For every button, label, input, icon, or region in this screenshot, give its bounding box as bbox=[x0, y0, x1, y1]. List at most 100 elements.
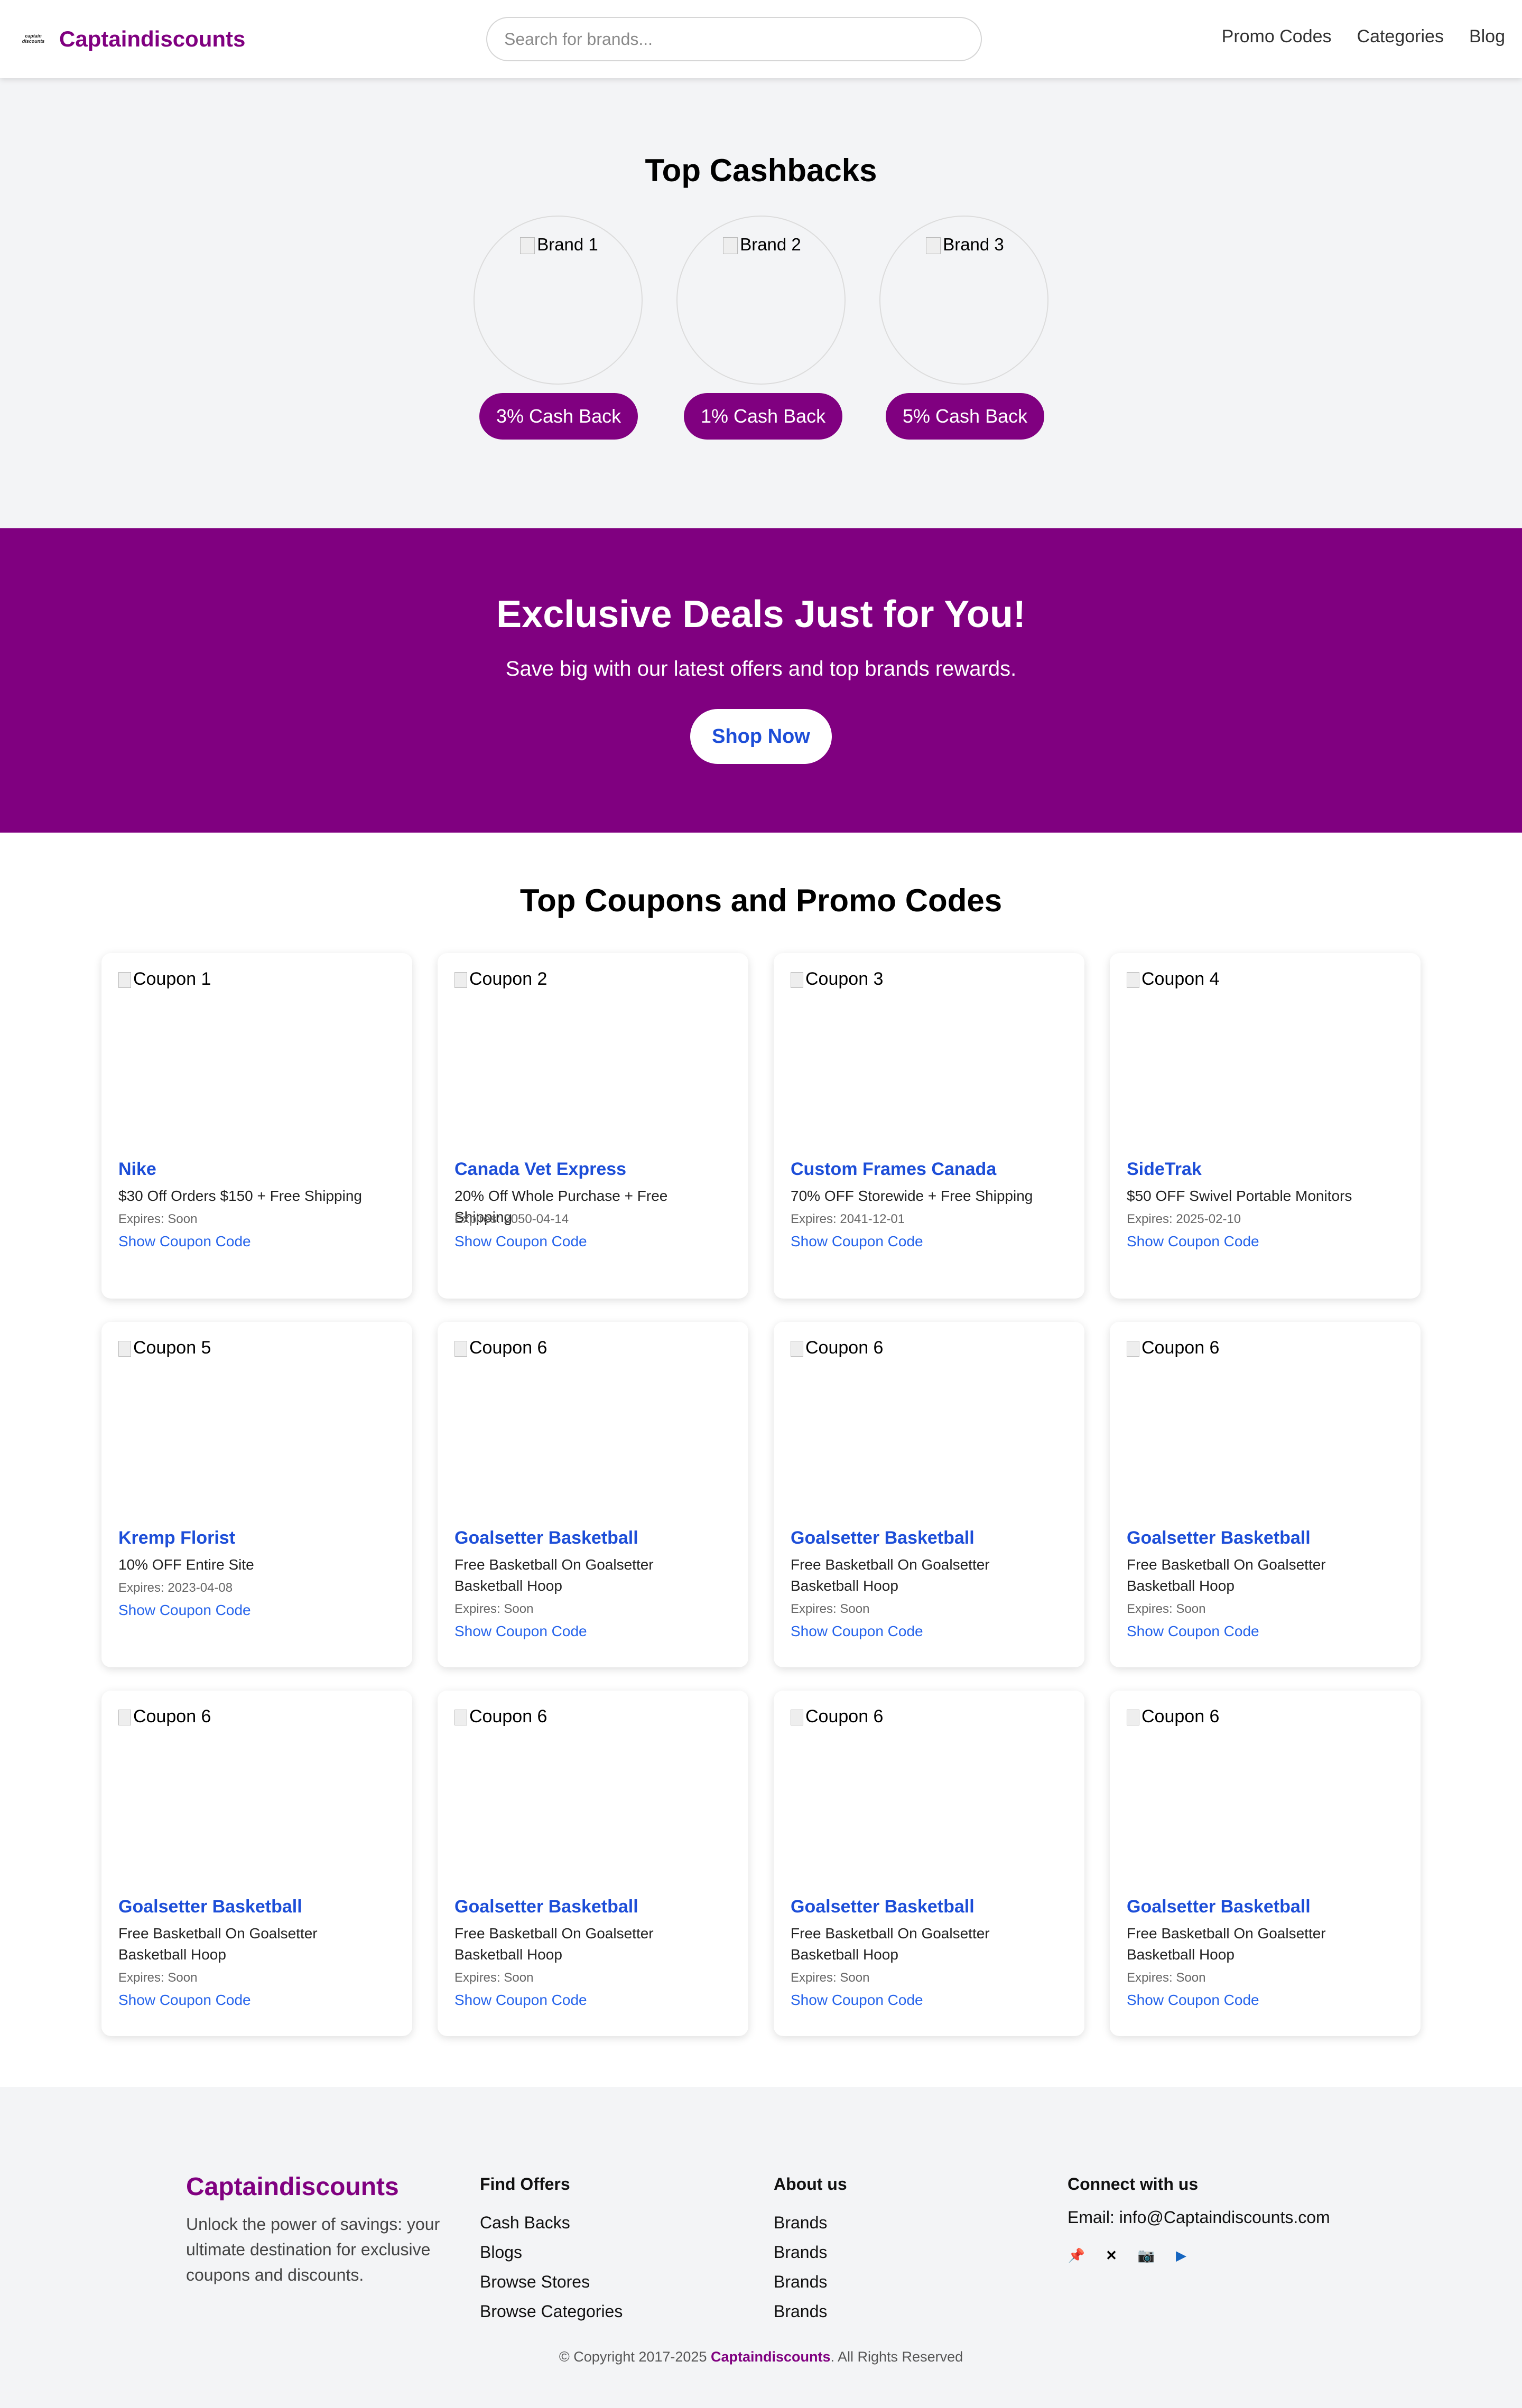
play-icon[interactable]: ▶ bbox=[1172, 2246, 1190, 2264]
coupon-card[interactable]: Coupon 1 Nike $30 Off Orders $150 + Free S… bbox=[101, 953, 412, 1299]
footer-link-brands[interactable]: Brands bbox=[774, 2297, 847, 2326]
cashback-brand-3[interactable]: Brand 3 bbox=[879, 216, 1048, 385]
brand-alt-text: Brand 1 bbox=[537, 235, 598, 254]
broken-image-icon bbox=[791, 1710, 803, 1726]
coupon-brand[interactable]: Kremp Florist bbox=[118, 1528, 235, 1548]
nav-categories[interactable]: Categories bbox=[1357, 26, 1444, 47]
coupon-card[interactable]: Coupon 6 Goalsetter Basketball Free Basket… bbox=[438, 1691, 748, 2036]
exclusive-deals-banner: Exclusive Deals Just for You! Save big w… bbox=[0, 528, 1522, 833]
deals-title: Exclusive Deals Just for You! bbox=[496, 593, 1026, 636]
coupon-card[interactable]: Coupon 6 Goalsetter Basketball Free Basket… bbox=[774, 1322, 1084, 1667]
coupons-title: Top Coupons and Promo Codes bbox=[519, 883, 1003, 918]
show-coupon-code-link[interactable]: Show Coupon Code bbox=[118, 1233, 251, 1250]
footer-link-browse-categories[interactable]: Browse Categories bbox=[480, 2297, 623, 2326]
brand-logo[interactable]: Brand 2 bbox=[676, 216, 846, 385]
coupon-description: $50 OFF Swivel Portable Monitors bbox=[1127, 1188, 1352, 1204]
nav-blog[interactable]: Blog bbox=[1469, 26, 1505, 47]
footer-link-blogs[interactable]: Blogs bbox=[480, 2237, 623, 2267]
footer-link-cash-backs[interactable]: Cash Backs bbox=[480, 2208, 623, 2237]
copyright-prefix: © Copyright 2017-2025 bbox=[559, 2349, 711, 2365]
coupon-brand[interactable]: Goalsetter Basketball bbox=[1127, 1897, 1311, 1917]
coupon-image: Coupon 3 bbox=[791, 969, 883, 990]
broken-image-icon bbox=[118, 972, 131, 988]
show-coupon-code-link[interactable]: Show Coupon Code bbox=[1127, 1623, 1259, 1640]
coupon-brand[interactable]: Goalsetter Basketball bbox=[118, 1897, 302, 1917]
show-coupon-code-link[interactable]: Show Coupon Code bbox=[454, 1992, 587, 2009]
coupon-brand[interactable]: Goalsetter Basketball bbox=[791, 1897, 975, 1917]
coupon-expires: Expires: 2041-12-01 bbox=[791, 1212, 905, 1226]
broken-image-icon bbox=[1127, 972, 1139, 988]
copyright-suffix: . All Rights Reserved bbox=[830, 2349, 963, 2365]
coupon-image: Coupon 1 bbox=[118, 969, 211, 990]
footer-link-brands[interactable]: Brands bbox=[774, 2237, 847, 2267]
camera-icon[interactable]: 📷 bbox=[1137, 2246, 1155, 2264]
coupon-card[interactable]: Coupon 6 Goalsetter Basketball Free Basket… bbox=[438, 1322, 748, 1667]
shop-now-button[interactable]: Shop Now bbox=[690, 709, 832, 764]
show-coupon-code-link[interactable]: Show Coupon Code bbox=[1127, 1992, 1259, 2009]
coupon-expires: Expires: Soon bbox=[791, 1971, 870, 1985]
brand-logo[interactable]: Brand 3 bbox=[879, 216, 1048, 385]
coupon-image: Coupon 6 bbox=[1127, 1706, 1219, 1727]
broken-image-icon bbox=[454, 1710, 467, 1726]
show-coupon-code-link[interactable]: Show Coupon Code bbox=[454, 1623, 587, 1640]
coupon-card[interactable]: Coupon 6 Goalsetter Basketball Free Basket… bbox=[101, 1691, 412, 2036]
coupon-brand[interactable]: Goalsetter Basketball bbox=[454, 1897, 638, 1917]
coupon-card[interactable]: Coupon 6 Goalsetter Basketball Free Basket… bbox=[1110, 1691, 1421, 2036]
coupon-brand[interactable]: SideTrak bbox=[1127, 1159, 1202, 1180]
coupon-image: Coupon 6 bbox=[1127, 1338, 1219, 1358]
cashback-brand-1[interactable]: Brand 1 bbox=[474, 216, 643, 385]
coupon-card[interactable]: Coupon 5 Kremp Florist 10% OFF Entire Site… bbox=[101, 1322, 412, 1667]
brand-alt-text: Brand 3 bbox=[943, 235, 1004, 254]
cashback-button[interactable]: 3% Cash Back bbox=[479, 393, 638, 440]
coupon-card[interactable]: Coupon 6 Goalsetter Basketball Free Basket… bbox=[774, 1691, 1084, 2036]
coupon-image: Coupon 6 bbox=[118, 1706, 211, 1727]
coupon-image-alt: Coupon 6 bbox=[1142, 1338, 1220, 1358]
nav-promo-codes[interactable]: Promo Codes bbox=[1222, 26, 1332, 47]
coupon-image-alt: Coupon 5 bbox=[133, 1338, 211, 1358]
footer-link-browse-stores[interactable]: Browse Stores bbox=[480, 2267, 623, 2297]
coupon-brand[interactable]: Goalsetter Basketball bbox=[454, 1528, 638, 1548]
pin-icon[interactable]: 📌 bbox=[1068, 2246, 1085, 2264]
footer-link-brands[interactable]: Brands bbox=[774, 2208, 847, 2237]
x-icon[interactable]: ✕ bbox=[1102, 2246, 1120, 2264]
coupon-description: Free Basketball On Goalsetter Basketball… bbox=[791, 1556, 990, 1594]
cashback-brand-2[interactable]: Brand 2 bbox=[676, 216, 846, 385]
coupon-image: Coupon 6 bbox=[791, 1706, 883, 1727]
coupon-image-alt: Coupon 6 bbox=[805, 1338, 884, 1358]
coupon-brand[interactable]: Custom Frames Canada bbox=[791, 1159, 996, 1180]
coupon-brand[interactable]: Goalsetter Basketball bbox=[791, 1528, 975, 1548]
search-input[interactable] bbox=[486, 17, 982, 61]
show-coupon-code-link[interactable]: Show Coupon Code bbox=[791, 1233, 923, 1250]
coupon-card[interactable]: Coupon 4 SideTrak $50 OFF Swivel Portable … bbox=[1110, 953, 1421, 1299]
coupon-card[interactable]: Coupon 6 Goalsetter Basketball Free Basket… bbox=[1110, 1322, 1421, 1667]
coupon-brand[interactable]: Canada Vet Express bbox=[454, 1159, 626, 1180]
show-coupon-code-link[interactable]: Show Coupon Code bbox=[791, 1992, 923, 2009]
show-coupon-code-link[interactable]: Show Coupon Code bbox=[1127, 1233, 1259, 1250]
coupon-brand[interactable]: Nike bbox=[118, 1159, 156, 1180]
brand-logo[interactable]: Brand 1 bbox=[474, 216, 643, 385]
show-coupon-code-link[interactable]: Show Coupon Code bbox=[791, 1623, 923, 1640]
broken-image-icon bbox=[454, 972, 467, 988]
footer-brand[interactable]: Captaindiscounts bbox=[186, 2172, 399, 2201]
coupon-description: 10% OFF Entire Site bbox=[118, 1556, 254, 1573]
show-coupon-code-link[interactable]: Show Coupon Code bbox=[118, 1602, 251, 1619]
show-coupon-code-link[interactable]: Show Coupon Code bbox=[454, 1233, 587, 1250]
coupon-card[interactable]: Coupon 3 Custom Frames Canada 70% OFF Stor… bbox=[774, 953, 1084, 1299]
show-coupon-code-link[interactable]: Show Coupon Code bbox=[118, 1992, 251, 2009]
coupon-brand[interactable]: Goalsetter Basketball bbox=[1127, 1528, 1311, 1548]
coupon-card[interactable]: Coupon 2 Canada Vet Express 20% Off Whole … bbox=[438, 953, 748, 1299]
logo[interactable]: captain discounts Captaindiscounts bbox=[17, 23, 246, 55]
coupon-image-alt: Coupon 6 bbox=[805, 1706, 884, 1726]
copyright-brand[interactable]: Captaindiscounts bbox=[711, 2349, 831, 2365]
cashback-button[interactable]: 5% Cash Back bbox=[886, 393, 1045, 440]
coupon-description: Free Basketball On Goalsetter Basketball… bbox=[454, 1556, 654, 1594]
footer-link-brands[interactable]: Brands bbox=[774, 2267, 847, 2297]
coupon-description: Free Basketball On Goalsetter Basketball… bbox=[118, 1925, 318, 1963]
coupon-image-alt: Coupon 6 bbox=[133, 1706, 211, 1726]
cashback-button[interactable]: 1% Cash Back bbox=[684, 393, 843, 440]
top-cashbacks-section: Top Cashbacks Brand 1 3% Cash Back Brand… bbox=[0, 78, 1522, 528]
coupon-expires: Expires: Soon bbox=[454, 1971, 534, 1985]
social-links: 📌 ✕ 📷 ▶ bbox=[1068, 2246, 1330, 2264]
copyright: © Copyright 2017-2025 Captaindiscounts. … bbox=[0, 2349, 1522, 2365]
footer-email[interactable]: Email: info@Captaindiscounts.com bbox=[1068, 2208, 1330, 2227]
